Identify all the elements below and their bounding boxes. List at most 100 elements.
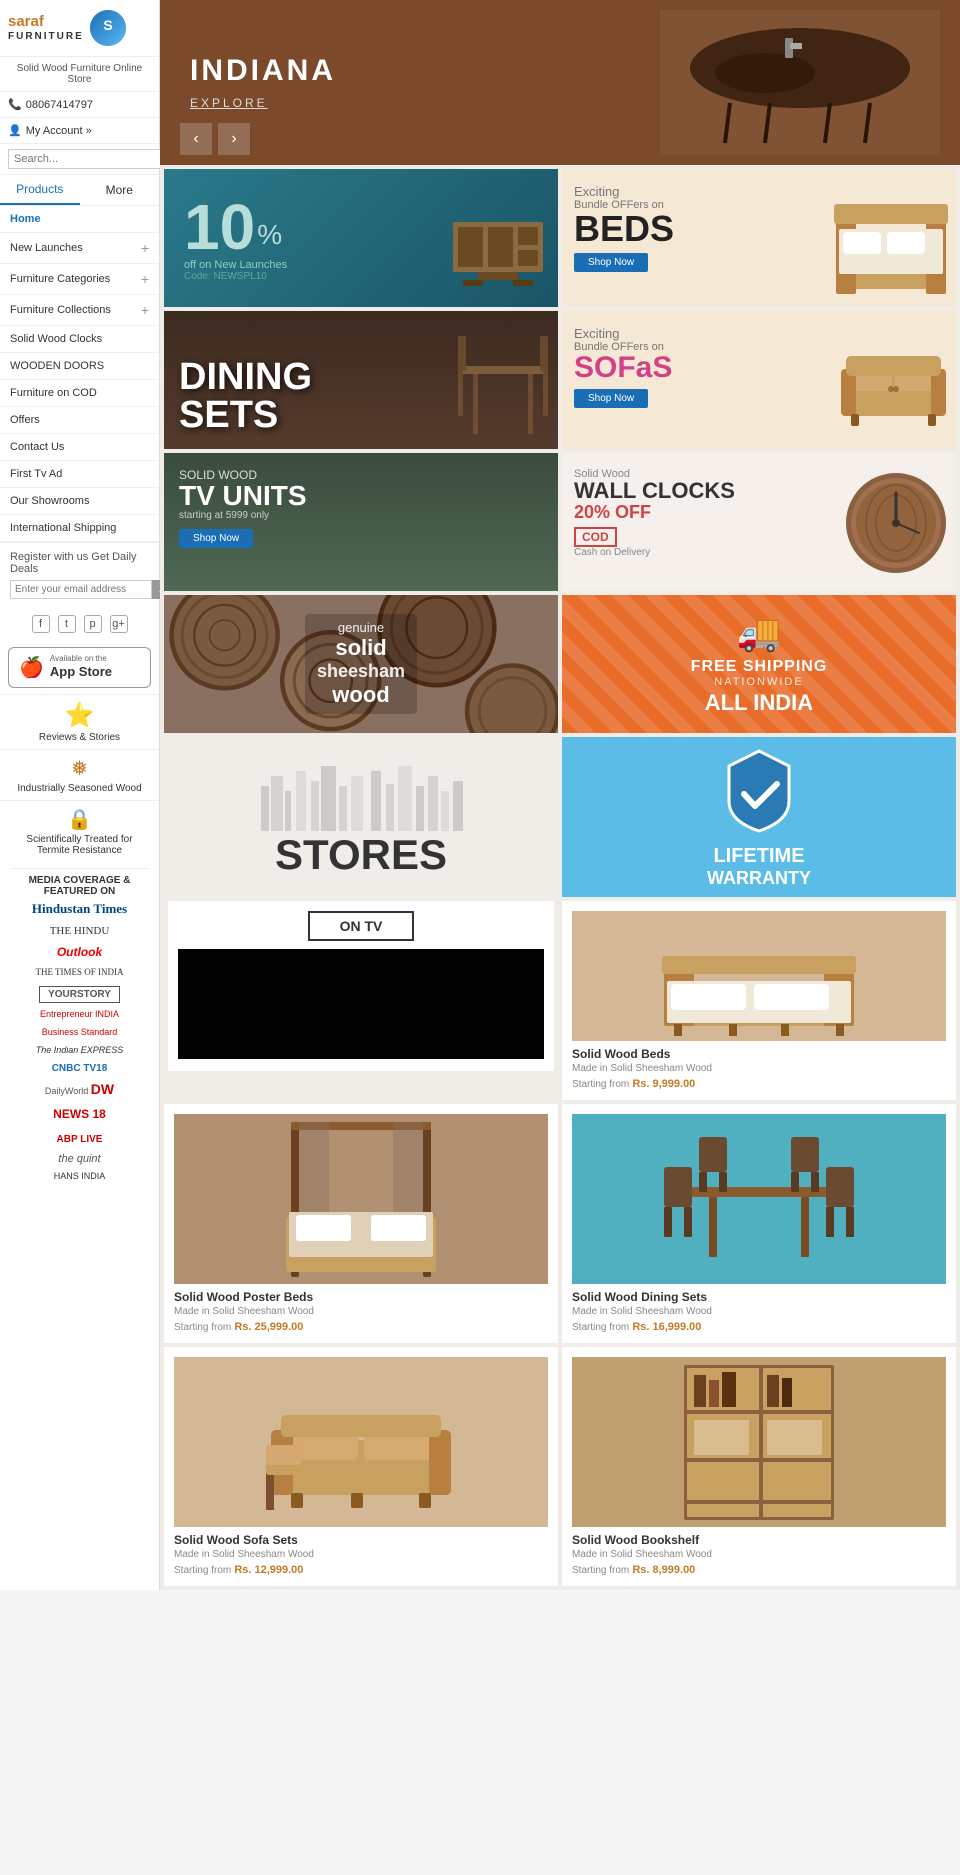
media-business-standard: Business Standard (10, 1023, 149, 1041)
hero-text: INDIANA EXPLORE ‹ › (190, 54, 336, 112)
truck-icon: 🚚 (691, 612, 828, 654)
promo-card-sheesham-wood[interactable]: genuine solid sheesham wood (164, 595, 558, 733)
feature-termite: 🔒 Scientifically Treated for Termite Res… (0, 800, 159, 862)
promo-card-ten-off[interactable]: 10 % off on New Launches Code: NEWSPL10 (164, 169, 558, 307)
reviews-icon: ⭐ (10, 701, 149, 730)
sidebar: saraf FURNITURE S Solid Wood Furniture O… (0, 0, 160, 1590)
on-tv-card: ON TV (168, 901, 554, 1071)
media-the-quint: the quint (10, 1150, 149, 1168)
facebook-icon[interactable]: f (32, 615, 50, 633)
media-hans-india: HANS INDIA (10, 1168, 149, 1184)
googleplus-icon[interactable]: g+ (110, 615, 128, 633)
media-title: MEDIA COVERAGE & FEATURED ON (10, 868, 149, 897)
appstore-link[interactable]: 🍎 Available on the App Store (8, 647, 151, 688)
product-name-poster-beds: Solid Wood Poster Beds (174, 1290, 548, 1304)
products-row-3: Solid Wood Sofa Sets Made in Solid Shees… (160, 1347, 960, 1590)
hero-image (660, 10, 940, 155)
menu-item-solid-wood-clocks[interactable]: Solid Wood Clocks (0, 326, 159, 353)
media-the-hindu: THE HINDU (10, 921, 149, 941)
account-icon: 👤 (8, 124, 22, 137)
product-price-poster-beds: Starting from Rs. 25,999.00 (174, 1321, 548, 1333)
promo-card-tv-units[interactable]: SOLID WOOD TV UNITS starting at 5999 onl… (164, 453, 558, 591)
menu-item-first-tv-ad[interactable]: First Tv Ad (0, 461, 159, 488)
promo-card-lifetime-warranty[interactable]: LIFETIME WARRANTY (562, 737, 956, 897)
product-card-dining-sets[interactable]: Solid Wood Dining Sets Made in Solid She… (562, 1104, 956, 1343)
feature-seasoned-wood: ❅ Industrially Seasoned Wood (0, 749, 159, 800)
promo-card-wall-clocks[interactable]: Solid Wood WALL CLOCKS 20% OFF COD Cash … (562, 453, 956, 591)
menu-item-contact-us[interactable]: Contact Us (0, 434, 159, 461)
beds-shop-button[interactable]: Shop Now (574, 253, 648, 272)
appstore-text: Available on the App Store (50, 654, 112, 681)
menu-item-new-launches[interactable]: New Launches + (0, 233, 159, 264)
media-news18: NEWS 18 (10, 1102, 149, 1126)
promo-card-sofas[interactable]: Exciting Bundle OFFers on SOFaS Shop Now (562, 311, 956, 449)
promo-card-beds[interactable]: Exciting Bundle OFFers on BEDS Shop Now (562, 169, 956, 307)
product-image-dining-sets (572, 1114, 946, 1284)
menu-item-international-shipping[interactable]: International Shipping (0, 515, 159, 542)
tab-more[interactable]: More (80, 175, 160, 205)
product-desc-sofaset: Made in Solid Sheesham Wood (174, 1549, 548, 1560)
media-section: MEDIA COVERAGE & FEATURED ON Hindustan T… (0, 862, 159, 1190)
menu-item-furniture-collections[interactable]: Furniture Collections + (0, 295, 159, 326)
product-image-beds (572, 911, 946, 1041)
media-outlook: Outlook (10, 941, 149, 963)
menu-item-home[interactable]: Home (0, 206, 159, 233)
product-desc-bookshelf: Made in Solid Sheesham Wood (572, 1549, 946, 1560)
media-hindustan-times: Hindustan Times (10, 897, 149, 921)
tv-shop-button[interactable]: Shop Now (179, 529, 253, 548)
sofas-shop-button[interactable]: Shop Now (574, 389, 648, 408)
register-text: Register with us Get Daily Deals (10, 551, 149, 575)
hero-navigation: ‹ › (180, 123, 250, 155)
email-input[interactable] (10, 580, 152, 599)
termite-label: Scientifically Treated for Termite Resis… (10, 834, 149, 856)
promo-grid: 10 % off on New Launches Code: NEWSPL10 (160, 165, 960, 901)
nav-tabs: Products More (0, 175, 159, 206)
hero-title: INDIANA (190, 54, 336, 88)
feature-reviews: ⭐ Reviews & Stories (0, 694, 159, 749)
hero-explore-link[interactable]: EXPLORE (190, 96, 268, 110)
brand-tagline: Solid Wood Furniture Online Store (0, 57, 159, 92)
media-dailyworld: DailyWorld DW (10, 1078, 149, 1102)
media-abp: ABP LIVE (10, 1126, 149, 1150)
media-cnbc: CNBC TV18 (10, 1059, 149, 1078)
pinterest-icon[interactable]: p (84, 615, 102, 633)
product-card-bookshelf[interactable]: Solid Wood Bookshelf Made in Solid Shees… (562, 1347, 956, 1586)
register-section: Register with us Get Daily Deals → (0, 542, 159, 607)
product-image-sofaset (174, 1357, 548, 1527)
promo-card-free-shipping[interactable]: 🚚 FREE SHIPPING NATIONWIDE ALL INDIA (562, 595, 956, 733)
hero-prev-button[interactable]: ‹ (180, 123, 212, 155)
media-entrepreneur: Entrepreneur INDIA (10, 1005, 149, 1023)
menu-item-furniture-categories[interactable]: Furniture Categories + (0, 264, 159, 295)
phone-number[interactable]: 📞 08067414797 (0, 92, 159, 118)
seasoned-icon: ❅ (10, 756, 149, 781)
on-tv-section: ON TV Solid W (160, 901, 960, 1104)
search-input[interactable] (8, 149, 162, 169)
account-link[interactable]: 👤 My Account » (0, 118, 159, 144)
apple-icon: 🍎 (19, 655, 44, 680)
menu-item-offers[interactable]: Offers (0, 407, 159, 434)
termite-icon: 🔒 (10, 807, 149, 832)
logo-area: saraf FURNITURE S (0, 0, 159, 57)
promo-card-dining[interactable]: DINING SETS (164, 311, 558, 449)
hero-next-button[interactable]: › (218, 123, 250, 155)
menu-item-wooden-doors[interactable]: WOODEN DOORS (0, 353, 159, 380)
tab-products[interactable]: Products (0, 175, 80, 205)
media-toi: THE TIMES OF INDIA (10, 963, 149, 981)
product-card-sofaset[interactable]: Solid Wood Sofa Sets Made in Solid Shees… (164, 1347, 558, 1586)
hero-furniture-image (670, 13, 930, 153)
promo-card-stores[interactable]: STORES (164, 737, 558, 897)
seasoned-label: Industrially Seasoned Wood (10, 783, 149, 794)
product-price-dining-sets: Starting from Rs. 16,999.00 (572, 1321, 946, 1333)
product-image-bookshelf (572, 1357, 946, 1527)
search-form: → (0, 144, 159, 175)
product-card-poster-beds[interactable]: Solid Wood Poster Beds Made in Solid She… (164, 1104, 558, 1343)
on-tv-label: ON TV (308, 911, 415, 941)
product-desc-poster-beds: Made in Solid Sheesham Wood (174, 1306, 548, 1317)
product-card-beds[interactable]: Solid Wood Beds Made in Solid Sheesham W… (562, 901, 956, 1100)
sidebar-menu: Home New Launches + Furniture Categories… (0, 206, 159, 542)
svg-text:S: S (103, 17, 112, 33)
twitter-icon[interactable]: t (58, 615, 76, 633)
product-price-beds: Starting from Rs. 9,999.00 (572, 1078, 946, 1090)
menu-item-our-showrooms[interactable]: Our Showrooms (0, 488, 159, 515)
menu-item-furniture-on-cod[interactable]: Furniture on COD (0, 380, 159, 407)
